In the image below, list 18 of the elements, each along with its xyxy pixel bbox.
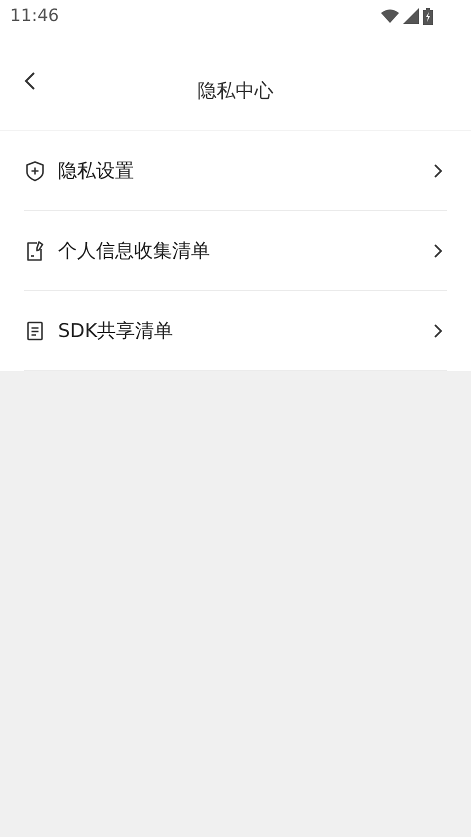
note-pen-icon	[24, 240, 46, 262]
menu-item-label: SDK共享清单	[58, 318, 174, 344]
back-icon	[24, 72, 36, 90]
menu-item-label: 个人信息收集清单	[58, 238, 211, 264]
battery-icon	[423, 8, 433, 24]
menu-item[interactable]: 隐私设置	[24, 131, 447, 211]
wifi-icon	[381, 9, 399, 23]
chevron-right-icon	[433, 162, 443, 178]
chevron-right-icon	[433, 242, 443, 258]
shield-plus-icon	[24, 160, 46, 182]
page-title: 隐私中心	[198, 79, 274, 104]
menu-item[interactable]: 个人信息收集清单	[24, 211, 447, 291]
menu-item-label: 隐私设置	[58, 158, 135, 184]
menu-item[interactable]: SDK共享清单	[24, 291, 447, 371]
signal-icon	[403, 8, 419, 24]
chevron-right-icon	[433, 322, 443, 338]
status-time: 11:46	[10, 6, 59, 26]
document-icon	[24, 320, 46, 342]
